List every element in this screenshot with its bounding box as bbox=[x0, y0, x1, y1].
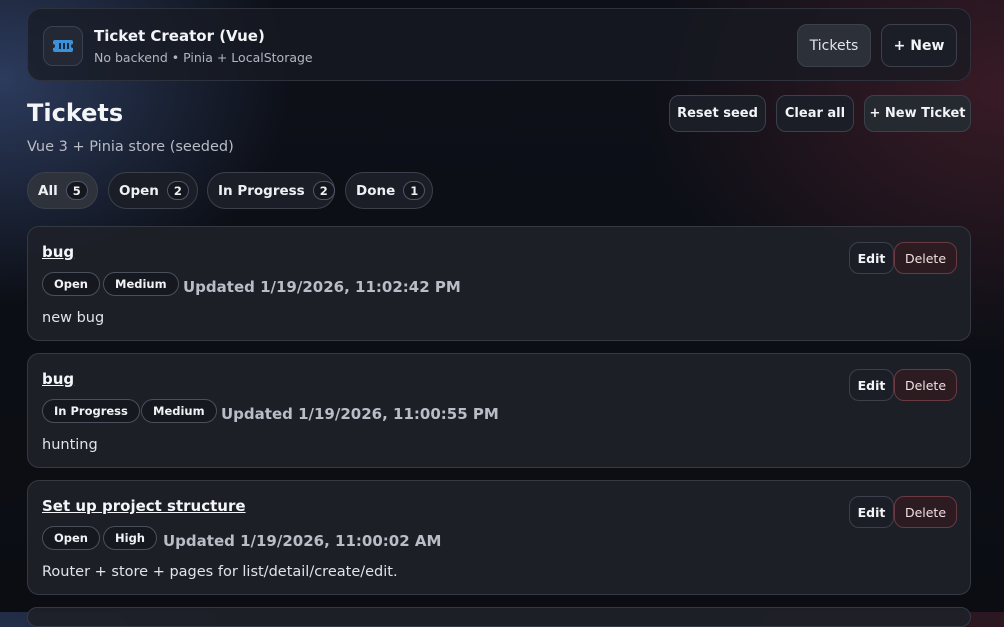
ticket-title-link[interactable]: bug bbox=[42, 370, 74, 388]
filter-chip-count: 2 bbox=[166, 181, 189, 200]
ticket-description: hunting bbox=[42, 437, 98, 453]
status-badge: Open bbox=[42, 526, 100, 550]
edit-button[interactable]: Edit bbox=[849, 496, 894, 528]
filter-chip-count: 2 bbox=[312, 181, 335, 200]
delete-button[interactable]: Delete bbox=[894, 242, 957, 274]
nav-new-button[interactable]: + New bbox=[881, 24, 957, 67]
priority-badge: Medium bbox=[103, 272, 179, 296]
ticket-description: new bug bbox=[42, 310, 105, 326]
ticket-title-link[interactable]: Set up project structure bbox=[42, 497, 246, 515]
ticket-title-link[interactable]: bug bbox=[42, 243, 74, 261]
clear-all-button[interactable]: Clear all bbox=[776, 95, 854, 132]
ticket-card: Set up project structure Open High Updat… bbox=[27, 480, 971, 595]
ticket-updated-time: Updated 1/19/2026, 11:02:42 PM bbox=[183, 278, 461, 296]
filter-chip-in-progress[interactable]: In Progress 2 bbox=[207, 172, 335, 209]
filter-chip-label: Done bbox=[356, 182, 396, 199]
filter-chip-count: 1 bbox=[403, 181, 426, 200]
filter-chip-done[interactable]: Done 1 bbox=[345, 172, 433, 209]
reset-seed-button[interactable]: Reset seed bbox=[669, 95, 766, 132]
edit-button[interactable]: Edit bbox=[849, 369, 894, 401]
priority-badge: Medium bbox=[141, 399, 217, 423]
status-badge: In Progress bbox=[42, 399, 140, 423]
filter-chip-count: 5 bbox=[65, 181, 88, 200]
nav-tickets-button[interactable]: Tickets bbox=[797, 24, 871, 67]
priority-badge: High bbox=[103, 526, 157, 550]
delete-button[interactable]: Delete bbox=[894, 369, 957, 401]
status-badge: Open bbox=[42, 272, 100, 296]
app-header: Ticket Creator (Vue) No backend • Pinia … bbox=[27, 8, 971, 81]
app-title: Ticket Creator (Vue) bbox=[94, 27, 265, 45]
filter-chip-label: In Progress bbox=[218, 182, 305, 199]
ticket-updated-time: Updated 1/19/2026, 11:00:02 AM bbox=[163, 532, 442, 550]
filter-chip-label: Open bbox=[119, 182, 159, 199]
edit-button[interactable]: Edit bbox=[849, 242, 894, 274]
ticket-icon bbox=[43, 26, 83, 66]
filter-chip-open[interactable]: Open 2 bbox=[108, 172, 198, 209]
filter-chip-all[interactable]: All 5 bbox=[27, 172, 98, 209]
delete-button[interactable]: Delete bbox=[894, 496, 957, 528]
page-subtitle: Vue 3 + Pinia store (seeded) bbox=[27, 139, 234, 155]
new-ticket-button[interactable]: + New Ticket bbox=[864, 95, 971, 132]
app-subtitle: No backend • Pinia + LocalStorage bbox=[94, 50, 313, 65]
ticket-description: Router + store + pages for list/detail/c… bbox=[42, 564, 398, 580]
page-title: Tickets bbox=[27, 99, 124, 127]
ticket-updated-time: Updated 1/19/2026, 11:00:55 PM bbox=[221, 405, 499, 423]
ticket-card: bug In Progress Medium Updated 1/19/2026… bbox=[27, 353, 971, 468]
ticket-card: bug Open Medium Updated 1/19/2026, 11:02… bbox=[27, 226, 971, 341]
filter-chip-label: All bbox=[38, 182, 58, 199]
ticket-card bbox=[27, 607, 971, 627]
